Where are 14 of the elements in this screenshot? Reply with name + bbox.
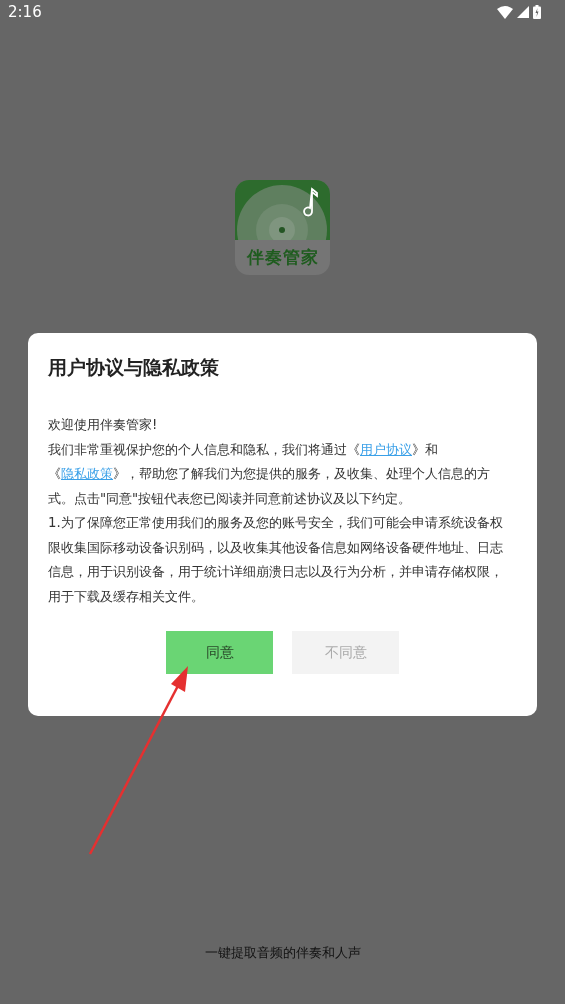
app-logo-text: 伴奏管家 [245, 246, 320, 269]
agreement-paragraph: 欢迎使用伴奏管家! [48, 416, 159, 434]
policy-link[interactable]: 用户协议 [360, 441, 412, 457]
agreement-paragraph: 1.为了保障您正常使用我们的服务及您的账号安全，我们可能会申请系统设备权限收集国际移动设备识别码，以及收集其他设备信息如网络设备硬件地址、日志信息，用于识别设备，用于统计详细崩溃日志以及行为分析，并申请存储权限，用于下载及缓存相关文件。 [48, 514, 504, 606]
signal-icon [517, 6, 529, 18]
disagree-button[interactable]: 不同意 [292, 631, 399, 674]
wifi-icon [497, 5, 513, 19]
dialog-title: 用户协议与隐私政策 [48, 355, 220, 380]
policy-link[interactable]: 隐私政策 [61, 466, 113, 481]
battery-icon [533, 5, 541, 19]
clock: 2:16 [8, 3, 42, 21]
vinyl-record-icon [235, 180, 330, 240]
agree-button[interactable]: 同意 [166, 631, 273, 674]
agreement-paragraph: 我们非常重视保护您的个人信息和隐私，我们将通过《用户协议》和《隐私政策》，帮助您了解我们为您提供的服务，及收集、处理个人信息的方式。点击"同意"按钮代表您已阅读并同意前述协议及以下约定。 [48, 440, 491, 508]
